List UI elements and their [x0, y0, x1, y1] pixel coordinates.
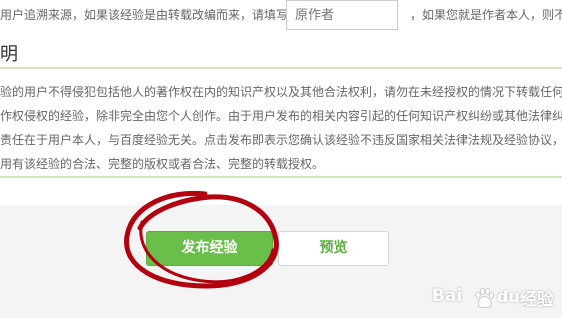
publish-experience-button[interactable]: 发布经验 — [146, 231, 273, 266]
copyright-statement: 验的用户不得侵犯包括他人的著作权在内的知识产权以及其他合法权利，请勿在未经授权的… — [0, 80, 562, 176]
divider — [0, 67, 562, 69]
watermark-product: 经验 — [520, 290, 554, 310]
divider — [0, 176, 562, 178]
preview-button[interactable]: 预览 — [278, 231, 389, 266]
source-row: 用户追溯来源，如果该经验是由转载改编而来，请填写 ，如果您就是作者本人，则不 — [0, 0, 562, 34]
source-instruction-suffix: ，如果您就是作者本人，则不 — [410, 8, 562, 22]
watermark-text-prefix: Bai — [432, 286, 463, 306]
baidu-paw-icon — [475, 288, 494, 308]
original-author-input[interactable] — [286, 0, 398, 30]
source-instruction-text: 用户追溯来源，如果该经验是由转载改编而来，请填写 — [0, 8, 289, 22]
statement-line: 用有该经验的合法、完整的版权或者合法、完整的转载授权。 — [0, 157, 325, 171]
statement-line: 责任在于用户本人，与百度经验无关。点击发布即表示您确认该经验不违反国家相关法律法… — [0, 133, 562, 147]
watermark-text-suffix: du — [497, 287, 520, 306]
statement-title: 明 — [0, 44, 18, 65]
declaration-panel: 用户追溯来源，如果该经验是由转载改编而来，请填写 ，如果您就是作者本人，则不 明… — [0, 0, 562, 205]
statement-line: 作权侵权的经验，除非完全由您个人创作。由于用户发布的相关内容引起的任何知识产权纠… — [0, 109, 562, 123]
statement-line: 验的用户不得侵犯包括他人的著作权在内的知识产权以及其他合法权利，请勿在未经授权的… — [0, 85, 562, 99]
